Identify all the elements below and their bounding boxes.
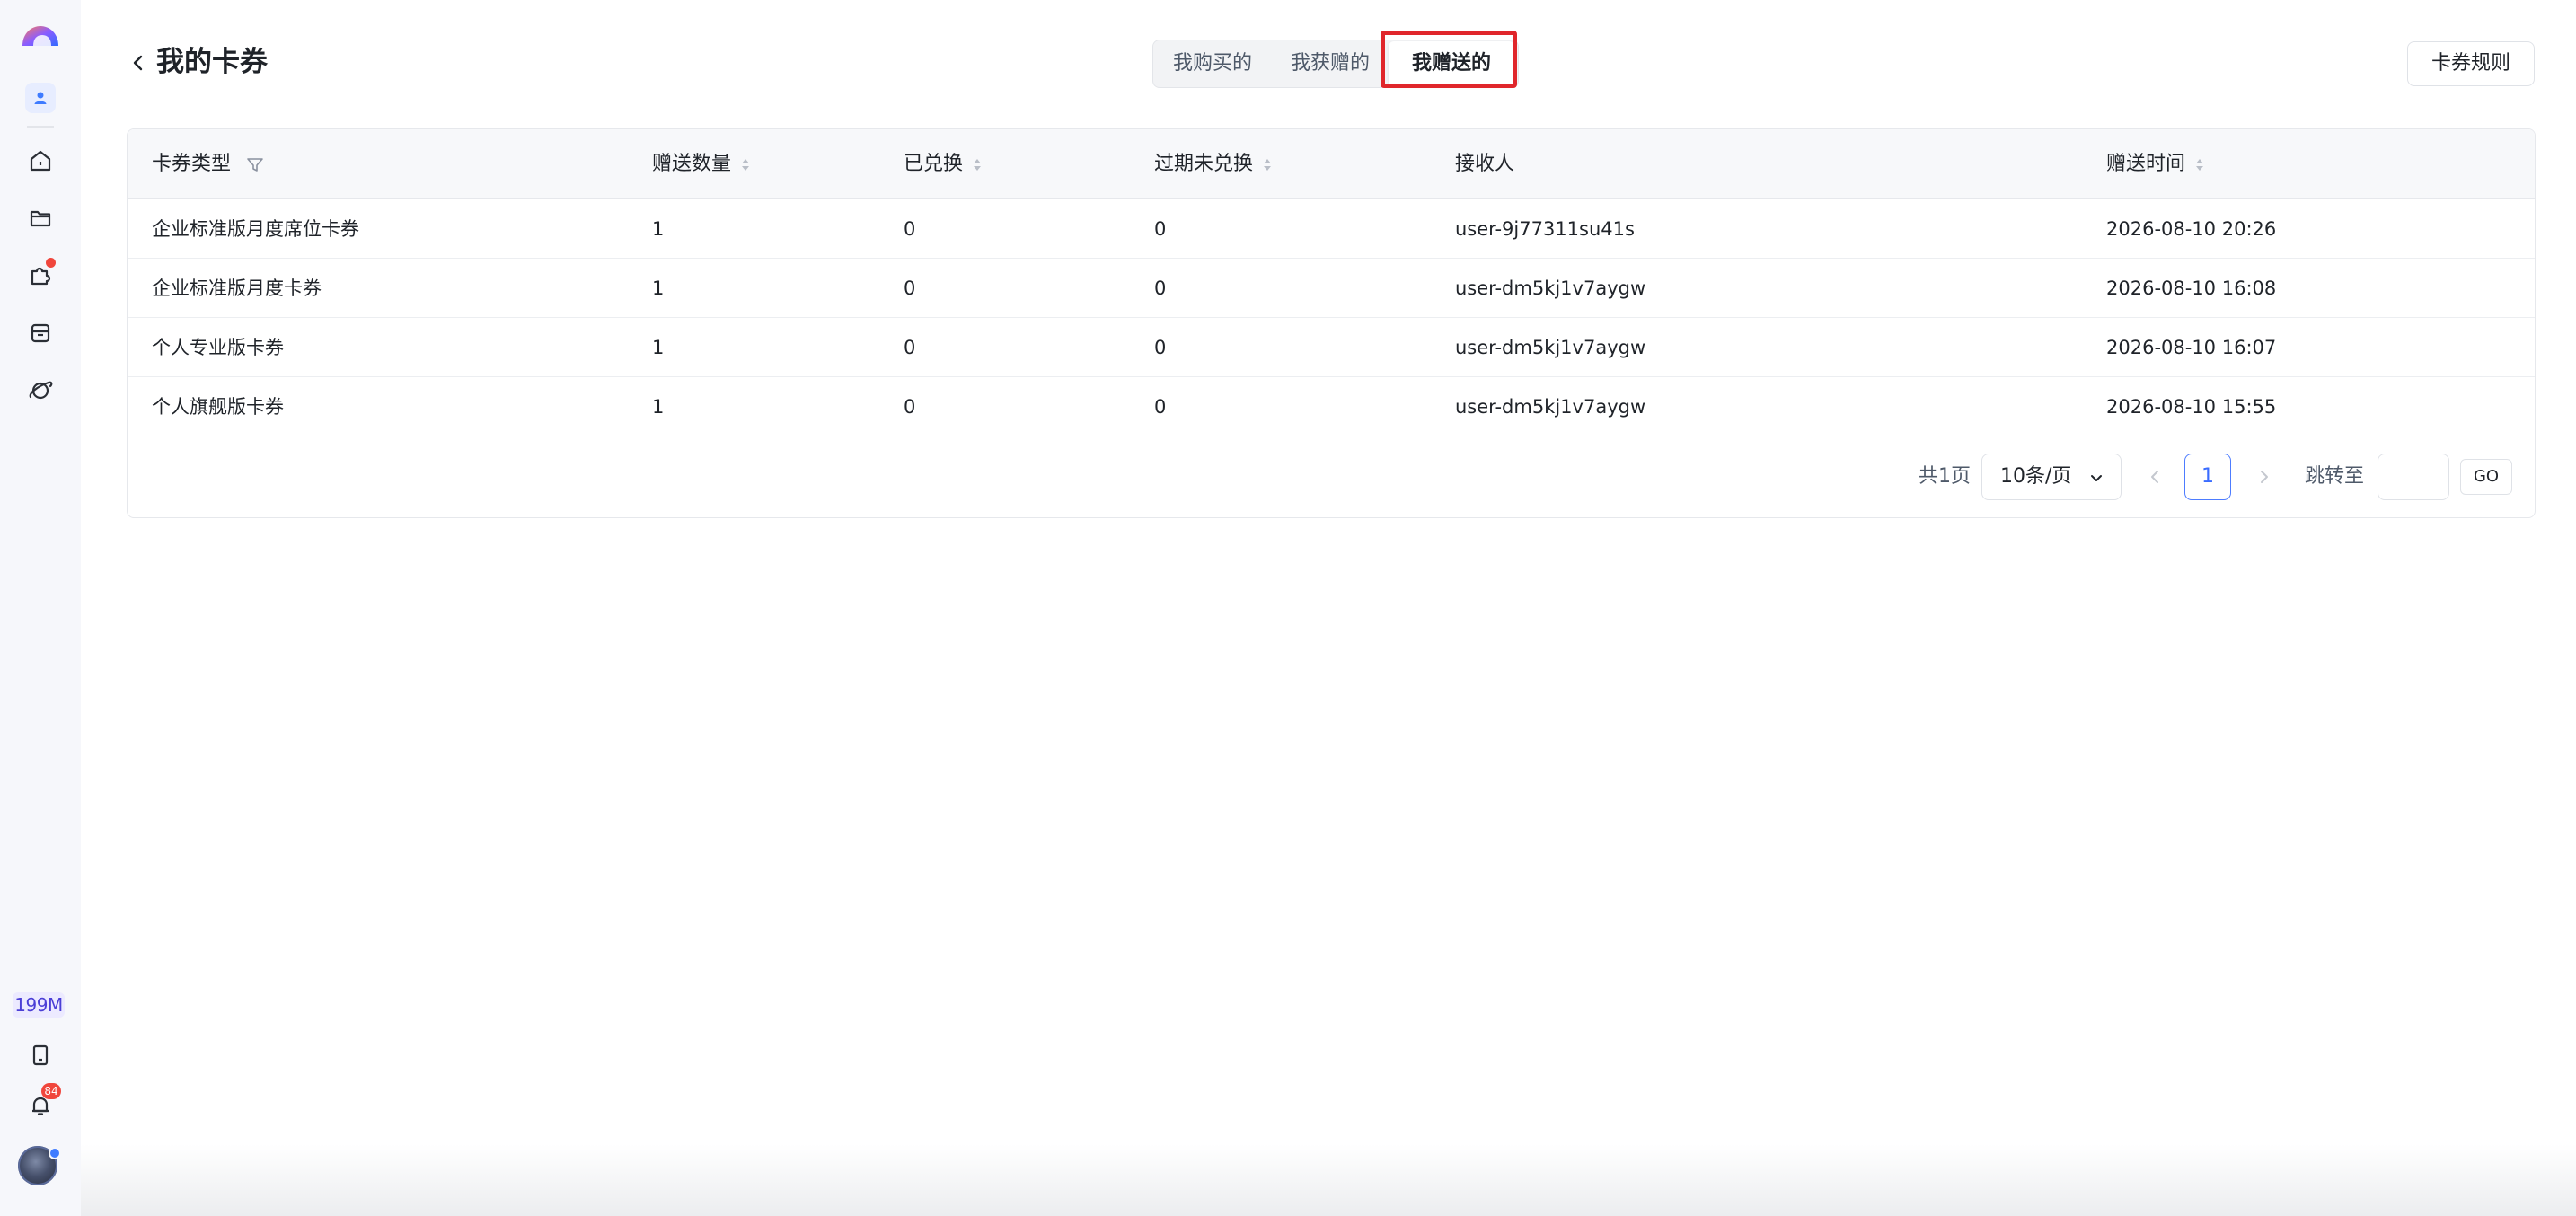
column-label: 赠送时间 [2106,153,2186,175]
cell-quantity: 1 [652,278,665,299]
storage-usage[interactable]: 199M [13,992,65,1018]
document-icon[interactable] [0,1042,81,1069]
cell-recipient: user-9j77311su41s [1455,218,1635,240]
highlight-annotation [1381,31,1517,88]
table-row: 企业标准版月度卡券 1 0 0 user-dm5kj1v7aygw 2026-0… [128,259,2535,318]
cell-redeemed: 0 [904,218,916,240]
column-label: 卡券类型 [152,153,232,175]
pagination-total: 共1页 [1919,465,1971,488]
bottom-shadow [81,1144,2576,1216]
page-size-value: 10条/页 [2000,465,2072,488]
table-header: 卡券类型 赠送数量 已兑换 过期未兑换 接收人 赠送时间 [128,129,2535,199]
tab-purchased[interactable]: 我购买的 [1173,40,1252,87]
cell-quantity: 1 [652,396,665,418]
notification-dot [46,258,56,268]
user-icon[interactable] [0,83,81,113]
cell-redeemed: 0 [904,337,916,358]
jump-label: 跳转至 [2305,465,2365,488]
cell-type: 企业标准版月度卡券 [152,278,322,299]
jump-page-input[interactable] [2378,454,2449,500]
cell-type: 企业标准版月度席位卡券 [152,218,359,240]
table-row: 个人旗舰版卡券 1 0 0 user-dm5kj1v7aygw 2026-08-… [128,377,2535,436]
back-button[interactable] [126,50,151,75]
sort-icon[interactable] [2196,158,2204,171]
puzzle-icon[interactable] [0,261,81,288]
column-header-redeemed[interactable]: 已兑换 [904,129,982,199]
bell-icon[interactable] [0,1091,81,1120]
cell-expired: 0 [1154,278,1167,299]
column-header-quantity[interactable]: 赠送数量 [652,129,750,199]
cell-type: 个人专业版卡券 [152,337,284,358]
cell-quantity: 1 [652,337,665,358]
page-number-button[interactable]: 1 [2184,454,2231,500]
chevron-left-icon [133,55,143,71]
sort-icon[interactable] [1264,158,1272,171]
planet-icon[interactable] [0,377,81,404]
folder-icon[interactable] [0,205,81,232]
table-row: 企业标准版月度席位卡券 1 0 0 user-9j77311su41s 2026… [128,199,2535,259]
chevron-left-icon [2151,471,2158,483]
column-header-recipient: 接收人 [1455,129,1514,199]
page-size-select[interactable]: 10条/页 [1981,454,2122,500]
column-header-expired[interactable]: 过期未兑换 [1154,129,1272,199]
table-row: 个人专业版卡券 1 0 0 user-dm5kj1v7aygw 2026-08-… [128,318,2535,377]
prev-page-button[interactable] [2147,468,2165,489]
cell-recipient: user-dm5kj1v7aygw [1455,337,1646,358]
tab-received[interactable]: 我获赠的 [1291,40,1370,87]
filter-icon[interactable] [245,154,265,174]
column-label: 赠送数量 [652,153,732,175]
home-icon[interactable] [0,147,81,174]
cell-time: 2026-08-10 20:26 [2106,218,2277,240]
column-label: 已兑换 [904,153,964,175]
sort-icon[interactable] [742,158,750,171]
archive-box-icon[interactable] [0,320,81,347]
chevron-down-icon [2091,475,2102,481]
cell-expired: 0 [1154,218,1167,240]
cell-redeemed: 0 [904,396,916,418]
go-button[interactable]: GO [2460,459,2512,495]
card-rules-button[interactable]: 卡券规则 [2407,41,2535,86]
page-title: 我的卡券 [156,46,268,78]
sort-icon[interactable] [974,158,982,171]
cell-time: 2026-08-10 16:07 [2106,337,2277,358]
avatar-status-dot [49,1147,61,1159]
cell-recipient: user-dm5kj1v7aygw [1455,396,1646,418]
column-header-type: 卡券类型 [152,129,265,199]
sidebar: 199M 84 [0,0,81,1216]
column-label: 过期未兑换 [1154,153,1254,175]
cell-time: 2026-08-10 15:55 [2106,396,2277,418]
coupon-table: 卡券类型 赠送数量 已兑换 过期未兑换 接收人 赠送时间 企业标准版月度席位卡券… [127,128,2536,518]
notification-badge: 84 [41,1083,61,1099]
cell-recipient: user-dm5kj1v7aygw [1455,278,1646,299]
column-header-time[interactable]: 赠送时间 [2106,129,2204,199]
chevron-right-icon [2261,471,2268,483]
next-page-button[interactable] [2254,468,2272,489]
cell-quantity: 1 [652,218,665,240]
logo-icon[interactable] [0,18,81,50]
cell-type: 个人旗舰版卡券 [152,396,284,418]
cell-time: 2026-08-10 16:08 [2106,278,2277,299]
cell-redeemed: 0 [904,278,916,299]
sidebar-divider [27,126,54,128]
column-label: 接收人 [1455,153,1515,175]
cell-expired: 0 [1154,337,1167,358]
cell-expired: 0 [1154,396,1167,418]
